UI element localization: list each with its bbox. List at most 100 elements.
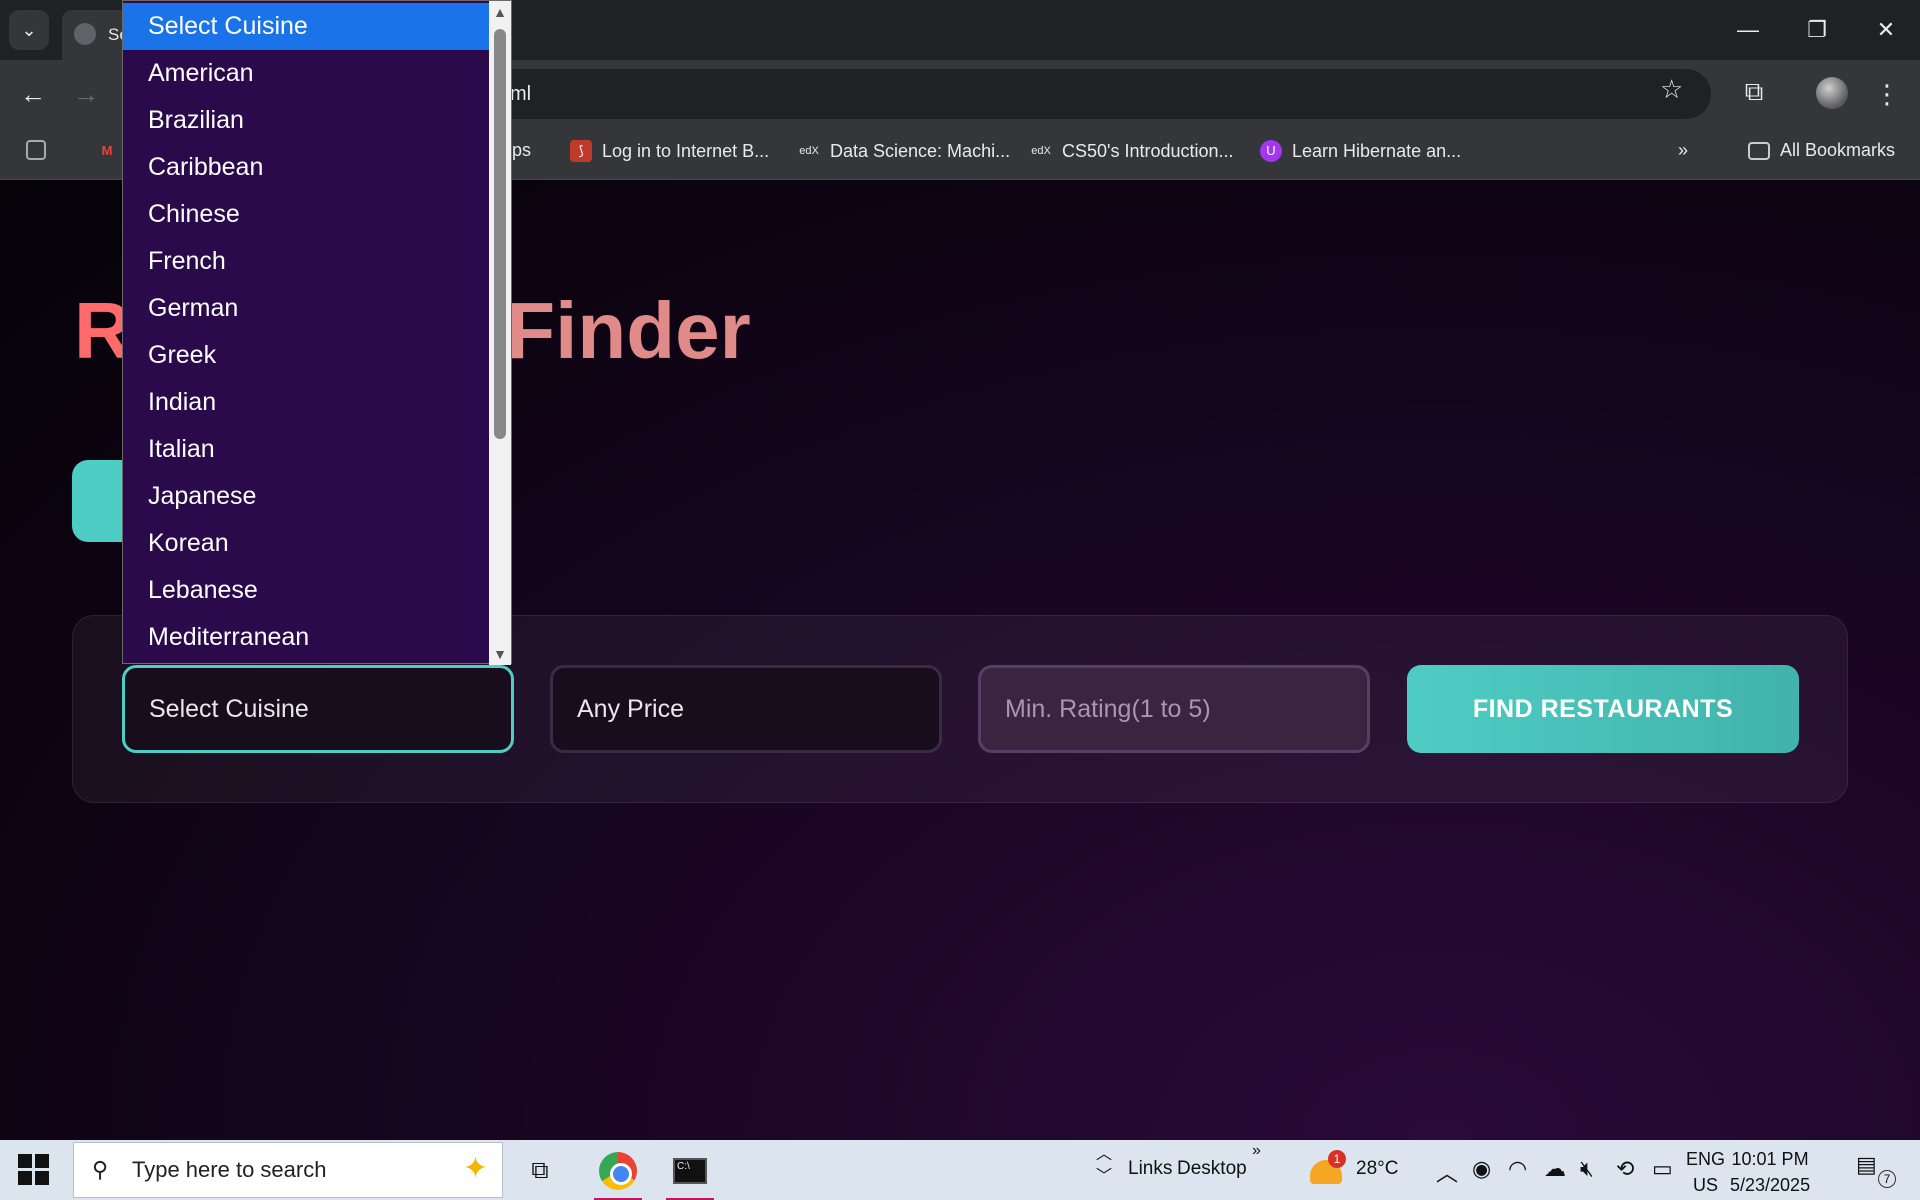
- scroll-up-icon[interactable]: ▲: [489, 1, 511, 23]
- terminal-taskbar-icon[interactable]: C:\: [660, 1146, 720, 1200]
- option-label: American: [148, 59, 254, 87]
- cuisine-select-value: Select Cuisine: [149, 694, 309, 723]
- record-icon[interactable]: ◉: [1472, 1156, 1491, 1182]
- weather-widget[interactable]: 1: [1306, 1150, 1346, 1190]
- sync-icon[interactable]: ⟲: [1616, 1156, 1634, 1182]
- notification-center[interactable]: ▤ 7: [1856, 1152, 1896, 1188]
- taskbar-search-placeholder: Type here to search: [132, 1157, 327, 1182]
- price-select[interactable]: Any Price: [550, 665, 942, 753]
- dropdown-option[interactable]: Indian: [123, 379, 491, 426]
- option-label: Chinese: [148, 200, 240, 228]
- show-hidden-icons-icon[interactable]: ︿: [1436, 1156, 1458, 1188]
- option-label: Korean: [148, 529, 229, 557]
- option-label: Mediterranean: [148, 623, 310, 651]
- close-button[interactable]: ✕: [1851, 8, 1920, 52]
- cuisine-select[interactable]: Select Cuisine: [122, 665, 514, 753]
- taskbar: ⚲ Type here to search ✦ ⧉ C:\ ︿ ﹀ Links D…: [0, 1140, 1920, 1200]
- minimize-button[interactable]: —: [1713, 8, 1783, 52]
- scrollbar-thumb[interactable]: [494, 29, 506, 439]
- min-rating-input[interactable]: Min. Rating(1 to 5): [978, 665, 1370, 753]
- sparkle-icon: ✦: [462, 1152, 488, 1185]
- option-label: Select Cuisine: [148, 12, 308, 40]
- dropdown-option[interactable]: Chinese: [123, 191, 491, 238]
- bookmark-item-internet-banking[interactable]: ⟆ Log in to Internet B...: [570, 140, 769, 162]
- volume-muted-icon[interactable]: 🔇︎: [1580, 1156, 1594, 1182]
- taskbar-search-input[interactable]: ⚲ Type here to search ✦: [73, 1142, 503, 1198]
- dropdown-option[interactable]: German: [123, 285, 491, 332]
- dropdown-option[interactable]: Japanese: [123, 473, 491, 520]
- arrow-right-icon: →: [73, 78, 99, 109]
- option-label: Lebanese: [148, 576, 258, 604]
- dropdown-option[interactable]: Mediterranean: [123, 614, 491, 661]
- restore-button[interactable]: ❐: [1782, 8, 1852, 52]
- bookmark-item-cs50[interactable]: edX CS50's Introduction...: [1030, 140, 1234, 162]
- onedrive-icon[interactable]: ☁: [1544, 1156, 1566, 1182]
- toolbar-scroll-icon[interactable]: ︿ ﹀: [1096, 1144, 1112, 1188]
- dropdown-option[interactable]: Greek: [123, 332, 491, 379]
- option-label: German: [148, 294, 239, 322]
- bookmark-label: Data Science: Machi...: [830, 140, 1011, 161]
- extensions-icon[interactable]: ⧉: [1736, 72, 1772, 112]
- minimize-icon: —: [1737, 17, 1759, 42]
- title-part-2: Finder: [506, 286, 751, 375]
- dropdown-option[interactable]: American: [123, 50, 491, 97]
- address-text: ml: [510, 82, 532, 105]
- bank-logo-icon: ⟆: [570, 140, 592, 162]
- scroll-down-icon[interactable]: ▼: [489, 643, 511, 665]
- windows-start-icon[interactable]: [18, 1154, 50, 1186]
- arrow-left-icon: ←: [20, 78, 46, 109]
- chrome-taskbar-icon[interactable]: [588, 1146, 648, 1200]
- chevron-down-icon: ⌄: [21, 19, 37, 40]
- lang-bottom: US: [1693, 1175, 1719, 1195]
- bookmark-item-data-science[interactable]: edX Data Science: Machi...: [798, 140, 1010, 162]
- find-restaurants-button[interactable]: FIND RESTAURANTS: [1407, 665, 1799, 753]
- clock-date: 5/23/2025: [1730, 1175, 1811, 1195]
- bookmark-label: Learn Hibernate an...: [1292, 140, 1462, 161]
- battery-icon[interactable]: ▭: [1652, 1156, 1673, 1182]
- dropdown-option[interactable]: Brazilian: [123, 97, 491, 144]
- more-bookmarks-icon[interactable]: »: [1678, 140, 1688, 161]
- dropdown-option[interactable]: Korean: [123, 520, 491, 567]
- cuisine-dropdown-list[interactable]: Select Cuisine American Brazilian Caribb…: [122, 0, 512, 665]
- back-button[interactable]: ←: [13, 74, 53, 114]
- edx-icon: edX: [799, 145, 819, 157]
- notification-count: 7: [1878, 1170, 1896, 1188]
- dropdown-option[interactable]: Select Cuisine: [123, 3, 491, 50]
- wifi-icon[interactable]: ◠: [1508, 1156, 1527, 1182]
- close-icon: ✕: [1876, 17, 1896, 42]
- dropdown-option[interactable]: Lebanese: [123, 567, 491, 614]
- dropdown-option[interactable]: French: [123, 238, 491, 285]
- apps-grid-icon[interactable]: [26, 140, 56, 160]
- temperature[interactable]: 28°C: [1356, 1158, 1398, 1180]
- links-toolbar[interactable]: Links: [1128, 1158, 1172, 1180]
- language-indicator[interactable]: ENG US: [1686, 1146, 1725, 1198]
- weather-badge: 1: [1328, 1150, 1346, 1168]
- bookmark-item-hibernate[interactable]: U Learn Hibernate an...: [1260, 140, 1461, 162]
- tab-search-button[interactable]: ⌄: [9, 10, 49, 50]
- task-view-icon[interactable]: ⧉: [510, 1146, 570, 1196]
- bookmark-label: Log in to Internet B...: [602, 140, 770, 161]
- bookmark-label: CS50's Introduction...: [1062, 140, 1234, 161]
- dropdown-option[interactable]: Caribbean: [123, 144, 491, 191]
- toolbar-expand-icon[interactable]: »: [1252, 1142, 1261, 1160]
- system-clock[interactable]: 10:01 PM 5/23/2025: [1730, 1146, 1810, 1198]
- clock-time: 10:01 PM: [1731, 1149, 1809, 1169]
- udemy-icon: U: [1260, 140, 1282, 162]
- dropdown-option[interactable]: Italian: [123, 426, 491, 473]
- min-rating-placeholder: Min. Rating(1 to 5): [1005, 694, 1211, 723]
- all-bookmarks-button[interactable]: All Bookmarks: [1748, 140, 1895, 161]
- find-restaurants-label: FIND RESTAURANTS: [1472, 694, 1734, 723]
- notification-icon: ▤: [1856, 1152, 1877, 1177]
- profile-avatar[interactable]: [1816, 77, 1848, 109]
- search-icon: ⚲: [92, 1157, 109, 1182]
- bookmark-star-icon[interactable]: ☆: [1660, 74, 1683, 105]
- forward-button[interactable]: →: [66, 74, 106, 114]
- desktop-toolbar[interactable]: Desktop: [1177, 1158, 1247, 1180]
- kebab-menu-icon[interactable]: ⋮: [1872, 74, 1902, 114]
- price-select-value: Any Price: [577, 694, 684, 723]
- lang-top: ENG: [1686, 1149, 1726, 1169]
- option-label: Brazilian: [148, 106, 244, 134]
- option-label: Greek: [148, 341, 217, 369]
- dropdown-scrollbar[interactable]: ▲ ▼: [489, 1, 511, 665]
- restore-icon: ❐: [1807, 17, 1827, 42]
